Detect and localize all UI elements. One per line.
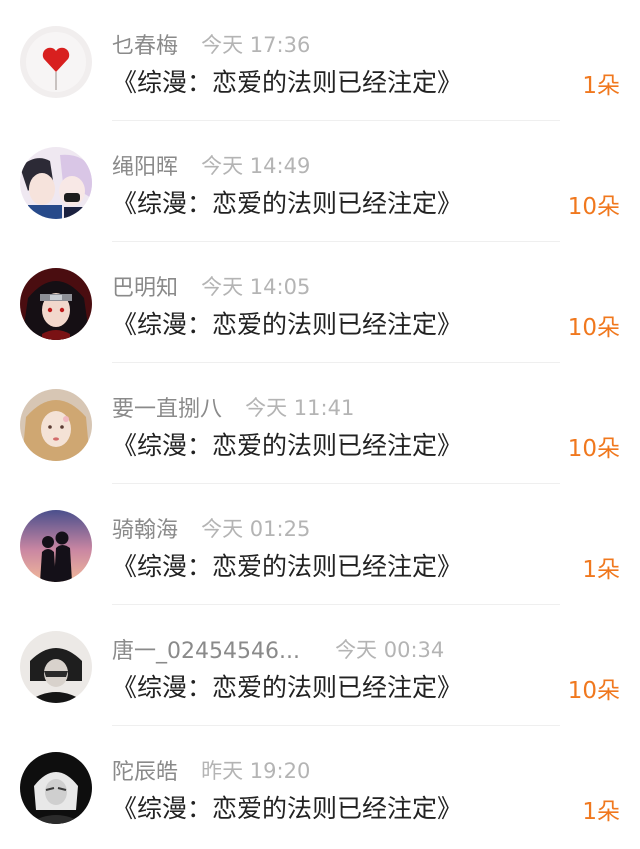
timestamp: 今天 17:36 [201,33,311,57]
list-item[interactable]: 要一直捌八 今天 11:41 《综漫：恋爱的法则已经注定》 10朵 [0,363,640,484]
record-meta: 绳阳晖 今天 14:49 [112,149,311,180]
flower-count: 10朵 [567,315,620,341]
record-meta: 乜春梅 今天 17:36 [112,28,311,59]
flower-count: 1朵 [582,557,620,583]
flower-count: 1朵 [582,73,620,99]
list-item[interactable]: 骑翰海 今天 01:25 《综漫：恋爱的法则已经注定》 1朵 [0,484,640,605]
user-name[interactable]: 巴明知 [112,276,178,301]
book-title[interactable]: 《综漫：恋爱的法则已经注定》 [112,789,462,825]
timestamp: 今天 14:05 [201,275,311,299]
flower-count: 10朵 [567,436,620,462]
timestamp: 今天 00:34 [335,638,445,662]
sunset-couple-avatar-icon[interactable] [20,510,92,582]
list-item[interactable]: 巴明知 今天 14:05 《综漫：恋爱的法则已经注定》 10朵 [0,242,640,363]
user-name[interactable]: 乜春梅 [112,34,178,59]
timestamp: 今天 01:25 [201,517,311,541]
book-title[interactable]: 《综漫：恋爱的法则已经注定》 [112,668,462,704]
blonde-girl-avatar-icon[interactable] [20,389,92,461]
user-name[interactable]: 要一直捌八 [112,397,222,422]
record-meta: 骑翰海 今天 01:25 [112,512,311,543]
timestamp: 昨天 19:20 [201,759,311,783]
anime-couple-avatar-icon[interactable] [20,147,92,219]
flower-count: 10朵 [567,678,620,704]
timestamp: 今天 11:41 [245,396,355,420]
record-meta: 唐一_02454546... 今天 00:34 [112,633,445,664]
gift-record-list: 乜春梅 今天 17:36 《综漫：恋爱的法则已经注定》 1朵 绳阳晖 今天 14… [0,0,640,849]
list-item[interactable]: 绳阳晖 今天 14:49 《综漫：恋爱的法则已经注定》 10朵 [0,121,640,242]
record-meta: 巴明知 今天 14:05 [112,270,311,301]
list-item[interactable]: 唐一_02454546... 今天 00:34 《综漫：恋爱的法则已经注定》 1… [0,605,640,726]
flower-count: 1朵 [582,799,620,825]
user-name[interactable]: 骑翰海 [112,518,178,543]
book-title[interactable]: 《综漫：恋爱的法则已经注定》 [112,63,462,99]
book-title[interactable]: 《综漫：恋爱的法则已经注定》 [112,426,462,462]
white-hair-avatar-icon[interactable] [20,752,92,824]
list-item[interactable]: 陀辰皓 昨天 19:20 《综漫：恋爱的法则已经注定》 1朵 [0,726,640,847]
user-name[interactable]: 唐一_02454546... [112,639,300,664]
book-title[interactable]: 《综漫：恋爱的法则已经注定》 [112,547,462,583]
list-item[interactable]: 乜春梅 今天 17:36 《综漫：恋爱的法则已经注定》 1朵 [0,0,640,121]
book-title[interactable]: 《综漫：恋爱的法则已经注定》 [112,184,462,220]
user-name[interactable]: 陀辰皓 [112,760,178,785]
heart-avatar-icon[interactable] [20,26,92,98]
ninja-avatar-icon[interactable] [20,268,92,340]
book-title[interactable]: 《综漫：恋爱的法则已经注定》 [112,305,462,341]
flower-count: 10朵 [567,194,620,220]
timestamp: 今天 14:49 [201,154,311,178]
dark-portrait-avatar-icon[interactable] [20,631,92,703]
record-meta: 陀辰皓 昨天 19:20 [112,754,311,785]
record-meta: 要一直捌八 今天 11:41 [112,391,355,422]
user-name[interactable]: 绳阳晖 [112,155,178,180]
